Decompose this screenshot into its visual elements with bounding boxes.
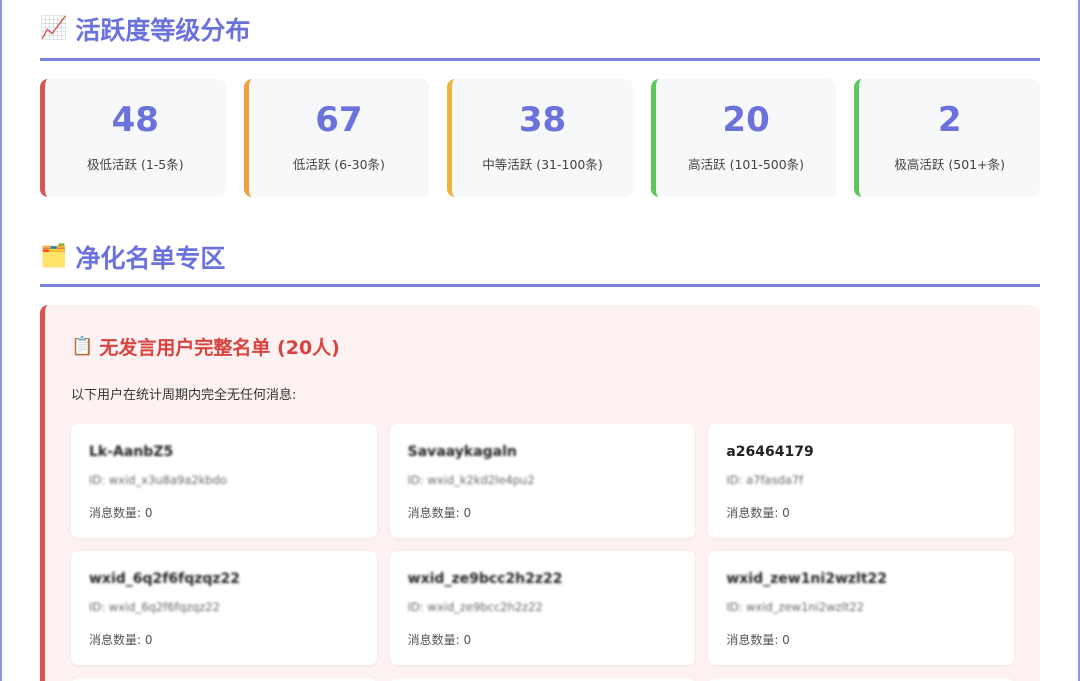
stat-card-medium: 38 中等活跃 (31-100条) <box>447 79 633 197</box>
stat-card-very-low: 48 极低活跃 (1-5条) <box>40 79 226 197</box>
report-frame: 📈 活跃度等级分布 48 极低活跃 (1-5条) 67 低活跃 (6-30条) … <box>0 0 1080 681</box>
silent-users-desc: 以下用户在统计周期内完全无任何消息: <box>71 388 297 403</box>
message-count: 消息数量: 0 <box>89 506 153 520</box>
stat-value: 38 <box>518 100 567 140</box>
stat-value: 48 <box>111 100 159 140</box>
silent-users-title-text: 无发言用户完整名单 (20人) <box>99 337 340 359</box>
card-box-icon: 🗂️ <box>40 243 68 269</box>
stat-value: 67 <box>315 100 363 140</box>
user-card: wxid_6q2f6fqzqz22 ID: wxid_6q2f6fqzqz22 … <box>71 551 377 665</box>
user-card: Savaaykagaln ID: wxid_k2kd2le4pu2 消息数量: … <box>389 424 696 538</box>
clipboard-icon: 📋 <box>71 336 94 357</box>
activity-title-text: 活跃度等级分布 <box>75 16 251 45</box>
user-name: a26464179 <box>726 444 814 460</box>
user-name: wxid_6q2f6fqzqz22 <box>89 571 241 587</box>
activity-stats: 48 极低活跃 (1-5条) 67 低活跃 (6-30条) 38 中等活跃 (3… <box>40 79 1040 197</box>
purify-section-title: 🗂️ 净化名单专区 <box>40 227 1040 287</box>
user-id: ID: wxid_zew1ni2wzlt22 <box>726 600 864 614</box>
user-id: ID: wxid_6q2f6fqzqz22 <box>89 600 220 614</box>
user-card: a26464179 ID: a7fasda7f 消息数量: 0 <box>708 424 1014 538</box>
silent-users-panel: 📋 无发言用户完整名单 (20人) 以下用户在统计周期内完全无任何消息: Lk-… <box>40 305 1040 681</box>
stat-card-very-high: 2 极高活跃 (501+条) <box>854 79 1040 197</box>
stat-card-low: 67 低活跃 (6-30条) <box>243 79 430 197</box>
stat-label: 低活跃 (6-30条) <box>292 157 385 172</box>
user-card: Lk-AanbZ5 ID: wxid_x3u8a9a2kbdo 消息数量: 0 <box>71 424 377 538</box>
stat-value: 2 <box>937 100 962 140</box>
message-count: 消息数量: 0 <box>726 633 790 647</box>
message-count: 消息数量: 0 <box>726 506 790 520</box>
user-name: Lk-AanbZ5 <box>89 444 174 460</box>
user-id: ID: wxid_x3u8a9a2kbdo <box>89 473 227 487</box>
user-name: wxid_zew1ni2wzlt22 <box>726 571 887 587</box>
user-id: ID: a7fasda7f <box>726 473 804 487</box>
activity-section-title: 📈 活跃度等级分布 <box>40 0 1040 61</box>
stat-label: 极低活跃 (1-5条) <box>86 157 184 172</box>
purify-title-text: 净化名单专区 <box>75 243 226 273</box>
user-id: ID: wxid_ze9bcc2h2z22 <box>407 600 543 614</box>
stat-card-high: 20 高活跃 (101-500条) <box>650 79 837 197</box>
user-grid: Lk-AanbZ5 ID: wxid_x3u8a9a2kbdo 消息数量: 0 … <box>71 424 1014 681</box>
user-name: Savaaykagaln <box>407 444 517 460</box>
user-card: wxid_ze9bcc2h2z22 ID: wxid_ze9bcc2h2z22 … <box>389 551 696 665</box>
message-count: 消息数量: 0 <box>89 633 153 647</box>
message-count: 消息数量: 0 <box>407 633 472 647</box>
user-card: wxid_zew1ni2wzlt22 ID: wxid_zew1ni2wzlt2… <box>708 551 1014 665</box>
stat-value: 20 <box>722 100 770 140</box>
stat-label: 中等活跃 (31-100条) <box>482 157 603 172</box>
message-count: 消息数量: 0 <box>407 506 472 520</box>
stat-label: 高活跃 (101-500条) <box>688 157 805 172</box>
silent-users-title: 📋 无发言用户完整名单 (20人) <box>71 333 1014 360</box>
stat-label: 极高活跃 (501+条) <box>894 157 1005 172</box>
chart-up-icon: 📈 <box>40 16 68 41</box>
user-id: ID: wxid_k2kd2le4pu2 <box>407 473 535 487</box>
user-name: wxid_ze9bcc2h2z22 <box>407 571 563 587</box>
